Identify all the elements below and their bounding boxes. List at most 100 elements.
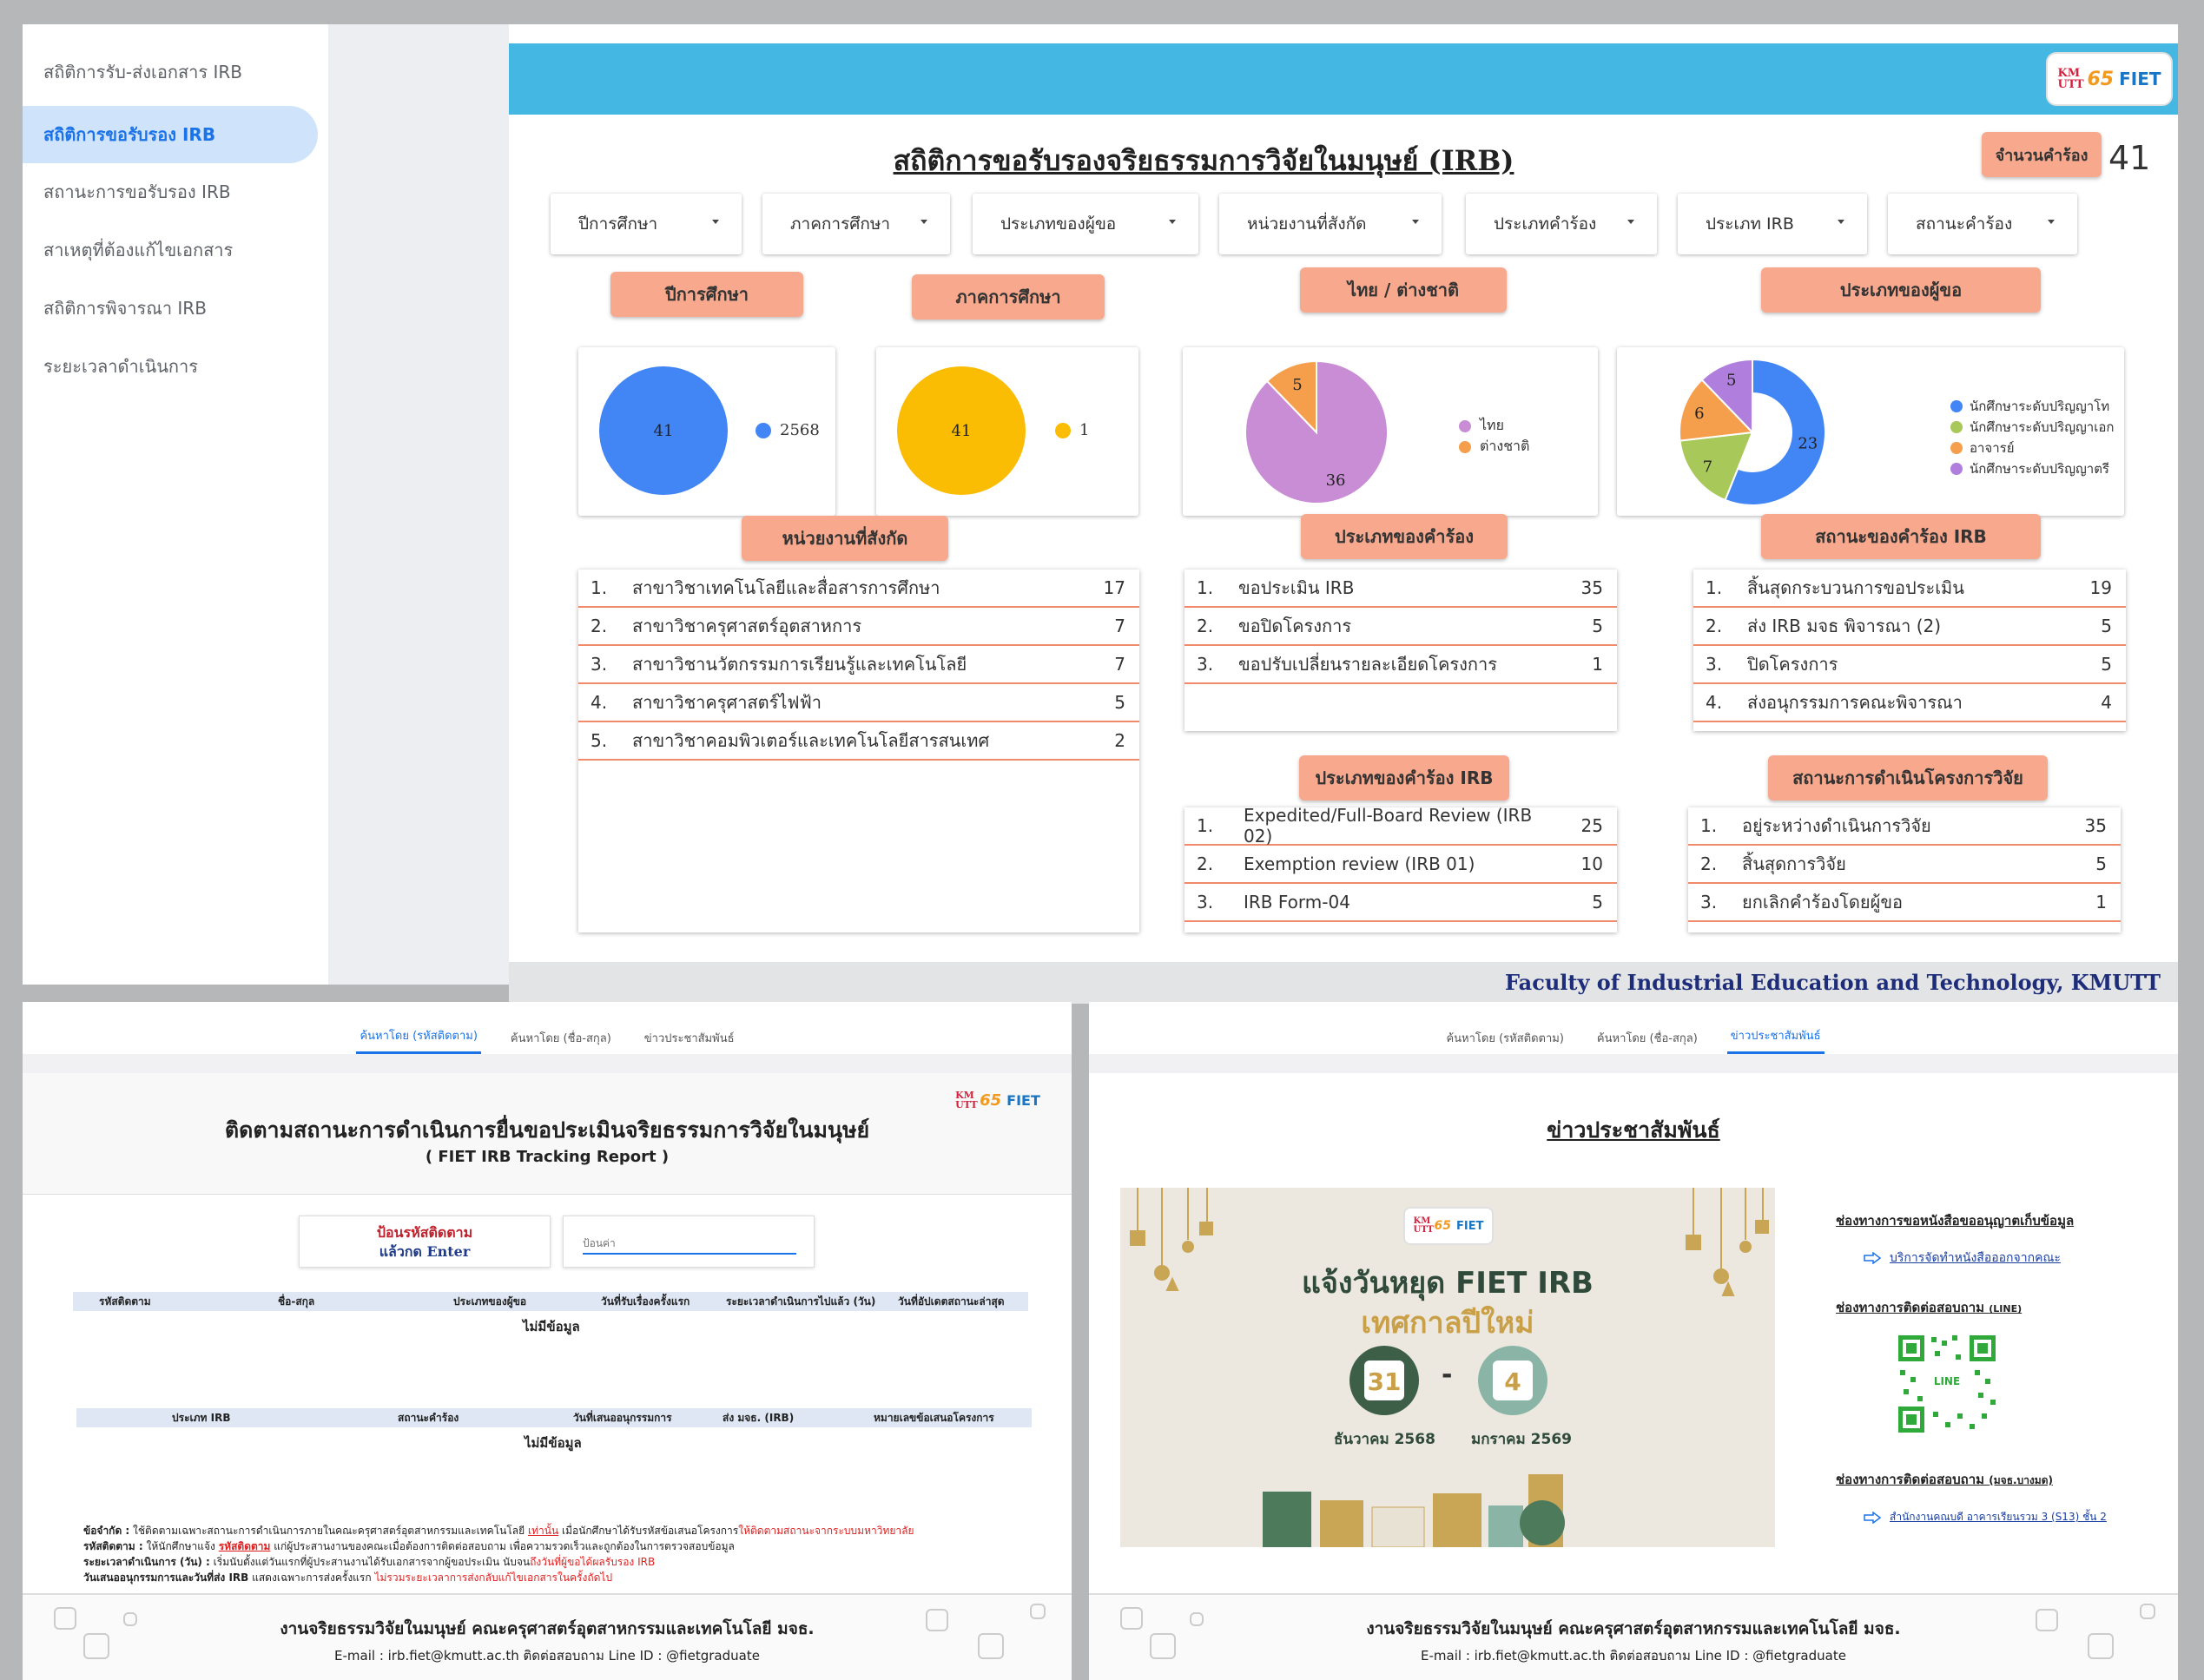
table-row[interactable]: 2. ส่ง IRB มจธ พิจารณา (2) 5	[1693, 608, 2126, 646]
sidebar-item-review-stats[interactable]: สถิติการพิจารณา IRB	[23, 280, 318, 337]
table-row[interactable]: 2. สาขาวิชาครุศาสตร์อุตสาหการ 7	[578, 608, 1139, 646]
report-page: KM UTT 65 FIET สถิติการขอรับรองจริยธรรมก…	[509, 43, 2178, 1004]
tab-bar: ค้นหาโดย (รหัสติดตาม) ค้นหาโดย (ชื่อ-สกุ…	[1089, 1002, 2178, 1054]
filter-semester[interactable]: ภาคการศึกษา	[762, 194, 950, 254]
poster-subheadline: เทศกาลปีใหม่	[1361, 1306, 1534, 1341]
table-project-status: 1. อยู่ระหว่างดำเนินการวิจัย 35 2. สิ้นสุดก…	[1688, 807, 2121, 932]
row-count: 7	[1114, 616, 1125, 636]
poster-month-1: ธันวาคม 2568	[1334, 1431, 1435, 1448]
tracking-code-prompt: ป้อนรหัสติดตาม แล้วกด Enter	[299, 1216, 551, 1268]
sidebar: สถิติการรับ-ส่งเอกสาร IRB สถิติการขอรับร…	[23, 24, 328, 985]
row-label: ปิดโครงการ	[1747, 654, 1838, 675]
filter-request-type[interactable]: ประเภทคำร้อง	[1466, 194, 1657, 254]
filter-request-status[interactable]: สถานะคำร้อง	[1888, 194, 2077, 254]
note-text: เริ่มนับตั้งแต่วันแรกที่ผู้ประสานงานได้ร…	[209, 1556, 531, 1568]
legend-item: นักศึกษาระดับปริญญาตรี	[1950, 458, 2109, 479]
table-row[interactable]: 4. ส่งอนุกรรมการคณะพิจารณา 4	[1693, 684, 2126, 722]
sidebar-item-certification-stats[interactable]: สถิติการขอรับรอง IRB	[23, 106, 318, 163]
no-data-message: ไม่มีข้อมูล	[523, 1319, 580, 1334]
filter-label: ภาคการศึกษา	[790, 214, 891, 234]
table-row[interactable]: 3. สาขาวิชานวัตกรรมการเรียนรู้และเทคโนโลย…	[578, 646, 1139, 684]
tab-news[interactable]: ข่าวประชาสัมพันธ์	[641, 1029, 738, 1054]
table-row[interactable]: 2. สิ้นสุดการวิจัย 5	[1688, 846, 2121, 884]
row-label: สาขาวิชาคอมพิวเตอร์และเทคโนโลยีสารสนเทศ	[632, 730, 990, 751]
row-index: 2.	[1197, 616, 1214, 636]
legend-label: ต่างชาติ	[1480, 438, 1530, 454]
note-label: รหัสติดตาม :	[83, 1540, 143, 1552]
legend-swatch	[1950, 421, 1963, 433]
row-index: 2.	[1197, 853, 1214, 874]
filter-label: ประเภทของผู้ขอ	[1000, 214, 1117, 234]
count-label: จำนวนคำร้อง	[1982, 132, 2102, 177]
permission-letter-link[interactable]: บริการจัดทำหนังสือออกจากคณะ	[1864, 1248, 2061, 1268]
table-row[interactable]: 2. Exemption review (IRB 01) 10	[1184, 846, 1617, 884]
filter-irb-type[interactable]: ประเภท IRB	[1678, 194, 1867, 254]
table-row[interactable]: 1. สิ้นสุดกระบวนการขอประเมิน 19	[1693, 570, 2126, 608]
legend-label: 1	[1079, 421, 1090, 439]
row-index: 2.	[591, 616, 608, 636]
filter-academic-year[interactable]: ปีการศึกษา	[551, 194, 742, 254]
table-header-irb: ประเภท IRB สถานะคำร้อง วันที่เสนออนุกรรม…	[76, 1408, 1032, 1427]
note-highlight: รหัสติดตาม	[218, 1540, 271, 1552]
note-highlight: เท่านั้น	[528, 1525, 559, 1537]
chevron-down-icon	[921, 220, 927, 224]
table-row[interactable]: 3. IRB Form-04 5	[1184, 884, 1617, 922]
table-row[interactable]: 3. ปิดโครงการ 5	[1693, 646, 2126, 684]
sidebar-item-processing-time[interactable]: ระยะเวลาดำเนินการ	[23, 338, 318, 395]
tab-search-by-name[interactable]: ค้นหาโดย (ชื่อ-สกุล)	[1594, 1029, 1701, 1054]
sidebar-item-certification-status[interactable]: สถานะการขอรับรอง IRB	[23, 163, 318, 221]
poster-month-2: มกราคม 2569	[1471, 1431, 1572, 1448]
chevron-down-icon	[1412, 220, 1419, 224]
table-row[interactable]: 1. อยู่ระหว่างดำเนินการวิจัย 35	[1688, 807, 2121, 846]
row-index: 4.	[591, 692, 608, 713]
poster-day-2: 4	[1493, 1360, 1533, 1400]
table-row[interactable]: 3. ขอปรับเปลี่ยนรายละเอียดโครงการ 1	[1184, 646, 1617, 684]
column-header: ส่ง มจธ. (IRB)	[723, 1411, 795, 1424]
tab-search-by-code[interactable]: ค้นหาโดย (รหัสติดตาม)	[1442, 1029, 1567, 1054]
sidebar-item-document-stats[interactable]: สถิติการรับ-ส่งเอกสาร IRB	[23, 43, 318, 101]
filter-department[interactable]: หน่วยงานที่สังกัด	[1219, 194, 1442, 254]
table-row[interactable]: 1. Expedited/Full-Board Review (IRB 02) 25	[1184, 805, 1617, 847]
fiet-logo-text: FIET	[1006, 1091, 1040, 1109]
table-row[interactable]: 3. ยกเลิกคำร้องโดยผู้ขอ 1	[1688, 884, 2121, 922]
link-text: บริการจัดทำหนังสือออกจากคณะ	[1890, 1251, 2061, 1265]
legend-label: นักศึกษาระดับปริญญาเอก	[1970, 419, 2115, 435]
sidebar-item-revision-reasons[interactable]: สาเหตุที่ต้องแก้ไขเอกสาร	[23, 221, 318, 279]
row-label: Expedited/Full-Board Review (IRB 02)	[1244, 805, 1533, 847]
note-label: วันเสนออนุกรรมการและวันที่ส่ง IRB	[83, 1571, 249, 1584]
note-text: แสดงเฉพาะการส่งครั้งแรก	[248, 1571, 375, 1584]
row-label: Exemption review (IRB 01)	[1244, 853, 1475, 874]
line-qr-code[interactable]: LINE	[1895, 1332, 1999, 1436]
row-index: 4.	[1706, 692, 1723, 713]
note-limitation: ข้อจำกัด : ใช้ติดตามเฉพาะสถานะการดำเนินก…	[83, 1523, 914, 1539]
table-row[interactable]: 2. ขอปิดโครงการ 5	[1184, 608, 1617, 646]
table-row[interactable]: 4. สาขาวิชาครุศาสตร์ไฟฟ้า 5	[578, 684, 1139, 722]
filter-applicant-type[interactable]: ประเภทของผู้ขอ	[973, 194, 1198, 254]
anniversary-logo-text: 65	[2087, 68, 2115, 90]
row-count: 35	[2084, 815, 2107, 836]
tab-news[interactable]: ข่าวประชาสัมพันธ์	[1726, 1026, 1825, 1054]
tracking-code-input[interactable]	[583, 1234, 796, 1255]
tab-search-by-code[interactable]: ค้นหาโดย (รหัสติดตาม)	[356, 1026, 481, 1054]
row-count: 17	[1103, 577, 1125, 598]
row-index: 1.	[591, 577, 608, 598]
page-title: สถิติการขอรับรองจริยธรรมการวิจัยในมนุษย์…	[893, 144, 1514, 177]
office-location-link[interactable]: สำนักงานคณบดี อาคารเรียนรวม 3 (S13) ชั้น…	[1864, 1509, 2107, 1525]
legend-swatch	[1459, 440, 1471, 453]
tab-search-by-name[interactable]: ค้นหาโดย (ชื่อ-สกุล)	[507, 1029, 615, 1054]
table-row[interactable]: 1. ขอประเมิน IRB 35	[1184, 570, 1617, 608]
row-index: 3.	[1700, 892, 1718, 912]
filter-label: ประเภท IRB	[1706, 214, 1794, 234]
row-label: ส่ง IRB มจธ พิจารณา (2)	[1747, 616, 1942, 636]
legend-item: 1	[1055, 421, 1089, 439]
footer-contact: E-mail : irb.fiet@kmutt.ac.th ติดต่อสอบถ…	[1421, 1648, 1846, 1664]
section-permission-letter: ช่องทางการขอหนังสือขออนุญาตเก็บข้อมูล	[1836, 1213, 2075, 1229]
table-row[interactable]: 5. สาขาวิชาคอมพิวเตอร์และเทคโนโลยีสารสนเท…	[578, 722, 1139, 761]
legend-label: นักศึกษาระดับปริญญาตรี	[1970, 461, 2109, 477]
tab-strip	[1089, 1054, 2178, 1073]
arrow-right-icon	[1864, 1252, 1881, 1264]
legend-label: ไทย	[1480, 417, 1504, 433]
table-row[interactable]: 1. สาขาวิชาเทคโนโลยีและสื่อสารการศึกษา 17	[578, 570, 1139, 608]
section-label: ช่องทางการติดต่อสอบถาม	[1836, 1472, 1985, 1487]
column-header: รหัสติดตาม	[99, 1295, 151, 1308]
